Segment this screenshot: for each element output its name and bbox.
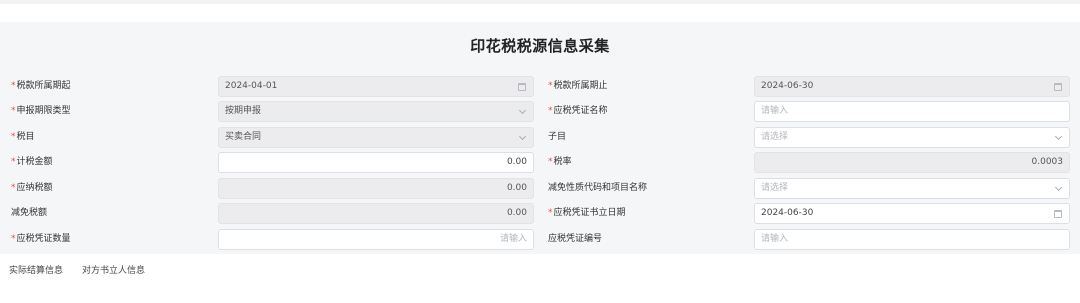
left-field-input-2: 按期申报 (218, 101, 534, 122)
left-field-label-3: 税目 (11, 126, 35, 149)
left-field-label-7: 应税凭证数量 (11, 228, 71, 251)
right-field-input-1: 2024-06-30 (754, 76, 1070, 97)
left-field-input-5: 0.00 (218, 178, 534, 199)
chevron-down-icon-glyph (518, 132, 526, 140)
field-placeholder: 请选择 (761, 132, 789, 142)
field-value: 0.00 (506, 208, 527, 218)
chevron-down-icon-glyph (1054, 183, 1062, 191)
calendar-icon-glyph (1054, 209, 1062, 218)
calendar-icon[interactable] (1053, 209, 1063, 219)
chevron-down-icon[interactable] (1053, 132, 1063, 143)
calendar-icon-glyph (1054, 82, 1062, 91)
field-value: 买卖合同 (225, 132, 262, 142)
right-field-input-7[interactable]: 请输入 (754, 229, 1070, 250)
field-placeholder: 请输入 (761, 106, 789, 116)
left-field-label-1: 税款所属期起 (11, 75, 71, 98)
right-field-input-5[interactable]: 请选择 (754, 178, 1070, 199)
left-field-label-5: 应纳税额 (11, 177, 53, 200)
field-value: 2024-04-01 (225, 81, 278, 91)
field-value: 0.0003 (1031, 157, 1064, 167)
left-field-input-6: 0.00 (218, 203, 534, 224)
right-field-label-6: 应税凭证书立日期 (548, 202, 626, 225)
chevron-down-icon[interactable] (517, 132, 527, 143)
page-title: 印花税税源信息采集 (470, 37, 610, 55)
calendar-icon[interactable] (1053, 82, 1063, 92)
chevron-down-icon-glyph (1054, 132, 1062, 140)
top-divider (0, 0, 1080, 4)
tab-counterparty-info[interactable]: 对方书立人信息 (82, 263, 145, 276)
chevron-down-icon[interactable] (1053, 183, 1063, 194)
left-field-label-4: 计税金额 (11, 151, 53, 174)
left-field-input-7[interactable]: 请输入 (218, 229, 534, 250)
right-field-input-6[interactable]: 2024-06-30 (754, 203, 1070, 224)
right-field-label-1: 税款所属期止 (548, 75, 608, 98)
field-value: 2024-06-30 (761, 81, 814, 91)
field-placeholder: 请选择 (761, 183, 789, 193)
left-field-input-1: 2024-04-01 (218, 76, 534, 97)
field-value: 0.00 (506, 183, 527, 193)
right-field-label-4: 税率 (548, 151, 572, 174)
left-field-label-2: 申报期限类型 (11, 100, 71, 123)
field-placeholder: 请输入 (761, 234, 789, 244)
right-field-input-3[interactable]: 请选择 (754, 127, 1070, 148)
right-field-label-5: 减免性质代码和项目名称 (548, 183, 648, 193)
chevron-down-icon[interactable] (517, 106, 527, 117)
calendar-icon-glyph (518, 82, 526, 91)
right-field-input-2[interactable]: 请输入 (754, 101, 1070, 122)
left-field-input-3: 买卖合同 (218, 127, 534, 148)
right-field-input-4: 0.0003 (754, 152, 1070, 173)
tab-actual-settlement[interactable]: 实际结算信息 (9, 263, 63, 276)
chevron-down-icon-glyph (518, 106, 526, 114)
field-value: 按期申报 (225, 106, 262, 116)
field-value: 0.00 (506, 157, 527, 167)
calendar-icon[interactable] (517, 82, 527, 92)
right-field-label-2: 应税凭证名称 (548, 100, 608, 123)
left-field-label-6: 减免税额 (11, 208, 48, 218)
right-field-label-3: 子目 (548, 132, 567, 142)
left-field-input-4[interactable]: 0.00 (218, 152, 534, 173)
right-field-label-7: 应税凭证编号 (548, 234, 603, 244)
field-placeholder: 请输入 (499, 234, 527, 244)
field-value: 2024-06-30 (761, 208, 814, 218)
